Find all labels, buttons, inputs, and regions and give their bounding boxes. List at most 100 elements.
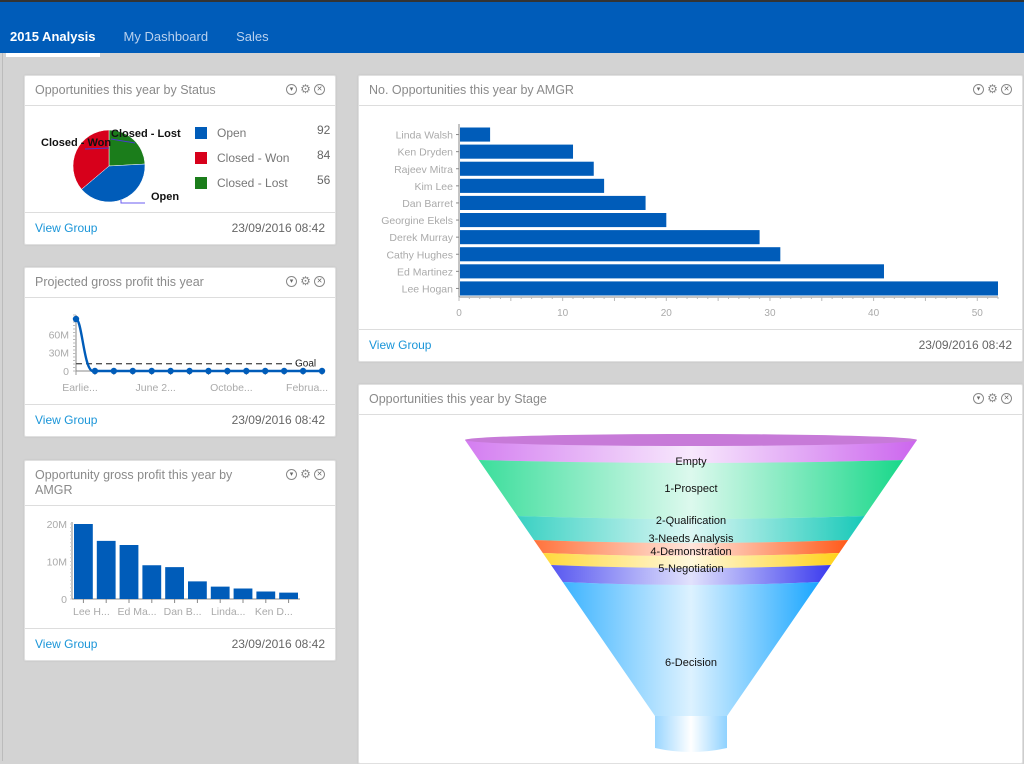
dropdown-icon[interactable]: ▾ bbox=[286, 84, 297, 95]
y-tick-label: Ken Dryden bbox=[398, 147, 454, 159]
card-footer: View Group 23/09/2016 08:42 bbox=[25, 212, 335, 244]
data-point bbox=[129, 367, 136, 375]
funnel-label: 3-Needs Analysis bbox=[649, 533, 734, 545]
profit-line-chart: 0 30M 60M Earlie... June 2... Octobe... Februa… bbox=[49, 314, 328, 394]
card-header: Projected gross profit this year ▾ ⚙ ✕ bbox=[25, 268, 335, 298]
x-tick-label: 20 bbox=[661, 308, 673, 319]
timestamp: 23/09/2016 08:42 bbox=[918, 338, 1012, 352]
tab-my-dashboard[interactable]: My Dashboard bbox=[110, 22, 223, 57]
stage-funnel-chart: Empty 1-Prospect 2-Qualification 3-Needs An… bbox=[465, 434, 917, 752]
view-group-link[interactable]: View Group bbox=[369, 338, 431, 352]
legend-label: Open bbox=[217, 125, 247, 140]
bar bbox=[460, 264, 884, 279]
pie-label-closed-won: Closed - Won bbox=[41, 137, 111, 149]
legend-item[interactable]: Open 92 bbox=[195, 120, 330, 145]
bar bbox=[460, 161, 594, 176]
card-opportunities-by-stage: Opportunities this year by Stage ▾ ⚙ ✕ E… bbox=[358, 384, 1023, 764]
timestamp: 23/09/2016 08:42 bbox=[231, 637, 325, 651]
view-group-link[interactable]: View Group bbox=[35, 637, 97, 651]
legend-value: 92 bbox=[317, 122, 331, 137]
legend-label: Closed - Lost bbox=[217, 175, 288, 190]
bar bbox=[256, 591, 276, 599]
y-tick-label: Derek Murray bbox=[389, 232, 453, 244]
gear-icon[interactable]: ⚙ bbox=[300, 83, 311, 95]
data-point bbox=[72, 315, 80, 323]
legend-swatch bbox=[195, 151, 207, 164]
close-icon[interactable]: ✕ bbox=[1001, 84, 1012, 95]
y-tick-label: 60M bbox=[49, 329, 69, 341]
y-tick-label: Dan Barret bbox=[402, 198, 453, 210]
top-navigation-bar: 2015 Analysis My Dashboard Sales bbox=[0, 0, 1024, 57]
close-icon[interactable]: ✕ bbox=[314, 276, 325, 287]
bar bbox=[233, 588, 253, 599]
funnel-label: 2-Qualification bbox=[656, 515, 726, 527]
legend-value: 56 bbox=[317, 172, 331, 187]
gear-icon[interactable]: ⚙ bbox=[987, 83, 998, 95]
tab-2015-analysis[interactable]: 2015 Analysis bbox=[6, 22, 100, 57]
legend-item[interactable]: Closed - Won 84 bbox=[195, 145, 330, 170]
card-title: Opportunity gross profit this year by AM… bbox=[35, 468, 233, 497]
x-tick-label: Lee H... bbox=[73, 606, 110, 618]
close-icon[interactable]: ✕ bbox=[1001, 393, 1012, 404]
pie-label-closed-lost: Closed - Lost bbox=[111, 128, 181, 140]
tab-sales[interactable]: Sales bbox=[222, 22, 283, 57]
pie-leader-line bbox=[120, 200, 145, 204]
x-tick-label: 50 bbox=[972, 308, 984, 319]
view-group-link[interactable]: View Group bbox=[35, 413, 97, 427]
gear-icon[interactable]: ⚙ bbox=[300, 275, 311, 287]
view-group-link[interactable]: View Group bbox=[35, 221, 97, 235]
card-header: Opportunity gross profit this year by AM… bbox=[25, 461, 335, 506]
x-tick-label: 10 bbox=[557, 308, 569, 319]
y-tick-label: 0 bbox=[61, 594, 67, 606]
data-point bbox=[299, 367, 307, 375]
data-point bbox=[110, 367, 118, 375]
bar bbox=[460, 178, 605, 193]
opportunities-hbar-chart: 0 10 20 30 40 50 Linda Walsh Ken Dryden Rajeev M… bbox=[381, 124, 999, 319]
funnel-label: Empty bbox=[675, 456, 707, 468]
y-tick-label: 20M bbox=[47, 519, 67, 531]
card-title: No. Opportunities this year by AMGR bbox=[369, 83, 574, 97]
legend-item[interactable]: Closed - Lost 56 bbox=[195, 170, 330, 195]
legend-value: 84 bbox=[317, 147, 331, 162]
funnel-label: 4-Demonstration bbox=[650, 546, 731, 558]
card-no-opportunities-by-amgr: No. Opportunities this year by AMGR ▾ ⚙ … bbox=[358, 75, 1023, 362]
card-title: Projected gross profit this year bbox=[35, 275, 204, 289]
gear-icon[interactable]: ⚙ bbox=[987, 392, 998, 404]
gross-profit-bar-chart: 0 10M 20M Lee H... Ed Ma... Dan B... Linda... K… bbox=[47, 519, 300, 618]
card-gross-profit-by-amgr: Opportunity gross profit this year by AM… bbox=[24, 460, 336, 661]
goal-label: Goal bbox=[295, 359, 316, 370]
dropdown-icon[interactable]: ▾ bbox=[286, 469, 297, 480]
card-opportunities-by-status: Opportunities this year by Status ▾ ⚙ ✕ … bbox=[24, 75, 336, 245]
x-tick-label: Ken D... bbox=[255, 606, 293, 618]
close-icon[interactable]: ✕ bbox=[314, 469, 325, 480]
dropdown-icon[interactable]: ▾ bbox=[973, 84, 984, 95]
dropdown-icon[interactable]: ▾ bbox=[973, 393, 984, 404]
y-tick-label: Georgine Ekels bbox=[381, 215, 453, 227]
bar bbox=[165, 567, 184, 599]
x-tick-label: Februa... bbox=[286, 382, 328, 394]
x-tick-label: Earlie... bbox=[62, 382, 98, 394]
bar bbox=[460, 247, 781, 262]
bar bbox=[188, 581, 207, 599]
gear-icon[interactable]: ⚙ bbox=[300, 468, 311, 480]
x-tick-label: 30 bbox=[764, 308, 776, 319]
close-icon[interactable]: ✕ bbox=[314, 84, 325, 95]
bar bbox=[210, 586, 230, 599]
data-point bbox=[318, 367, 326, 375]
bar bbox=[460, 144, 574, 159]
timestamp: 23/09/2016 08:42 bbox=[231, 221, 325, 235]
pie-label-open: Open bbox=[151, 191, 179, 203]
legend-swatch bbox=[195, 126, 207, 139]
card-header: Opportunities this year by Stage ▾ ⚙ ✕ bbox=[359, 385, 1022, 415]
pie-legend: Open 92 Closed - Won 84 Closed - Lost 56 bbox=[195, 120, 330, 195]
data-point bbox=[243, 367, 250, 375]
left-divider bbox=[2, 53, 3, 761]
dropdown-icon[interactable]: ▾ bbox=[286, 276, 297, 287]
bar bbox=[460, 230, 760, 245]
data-point bbox=[262, 367, 269, 375]
bar bbox=[460, 281, 998, 296]
bar bbox=[74, 524, 93, 599]
card-projected-gross-profit: Projected gross profit this year ▾ ⚙ ✕ 0… bbox=[24, 267, 336, 437]
x-tick-label: 0 bbox=[456, 308, 462, 319]
dashboard-tabs: 2015 Analysis My Dashboard Sales bbox=[6, 22, 283, 57]
